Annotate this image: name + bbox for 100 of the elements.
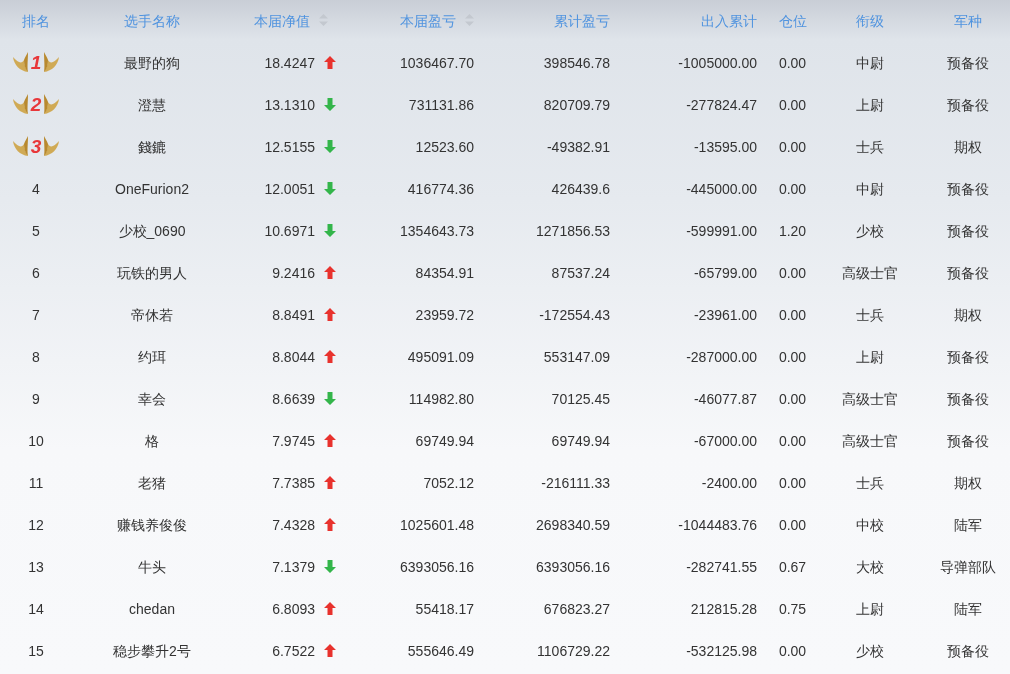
column-header[interactable]: 本届净值 bbox=[254, 12, 310, 29]
table-cell: 12.0051 bbox=[264, 180, 315, 197]
table-cell-text: 820709.79 bbox=[542, 95, 611, 115]
table-cell-text: 导弹部队 bbox=[938, 557, 997, 577]
table-cell-text: 0.00 bbox=[777, 389, 808, 409]
table-cell-text: 114982.80 bbox=[407, 389, 475, 409]
column-header: 军种 bbox=[953, 12, 982, 29]
player-name: 帝休若 bbox=[130, 305, 174, 325]
table-cell-text: 6393056.16 bbox=[535, 557, 611, 577]
table-cell-text: 中校 bbox=[855, 515, 885, 535]
table-cell-text: 555646.49 bbox=[406, 641, 475, 661]
column-header: 衔级 bbox=[856, 12, 884, 29]
column-header: 排名 bbox=[22, 12, 50, 29]
table-cell-text: 0.00 bbox=[777, 515, 808, 535]
column-header: 仓位 bbox=[778, 12, 807, 29]
table-cell-text: 预备役 bbox=[945, 53, 990, 73]
table-cell-text: 1271856.53 bbox=[535, 221, 611, 241]
table-cell-text: 0.75 bbox=[777, 599, 808, 619]
table-cell: 7.7385 bbox=[272, 474, 315, 491]
table-cell-text: -445000.00 bbox=[685, 179, 758, 199]
table-cell-text: 陆军 bbox=[952, 599, 983, 619]
table-cell-text: 495091.09 bbox=[406, 347, 475, 367]
player-name: 老猪 bbox=[137, 473, 167, 493]
rank-number: 10 bbox=[28, 432, 44, 449]
table-cell: 7.4328 bbox=[272, 516, 315, 533]
table-cell-text: 0.00 bbox=[777, 473, 808, 493]
player-name: chedan bbox=[128, 599, 176, 619]
table-cell-text: -287000.00 bbox=[685, 347, 758, 367]
table-cell: 8.6639 bbox=[272, 390, 315, 407]
table-cell: 7.9745 bbox=[272, 432, 315, 449]
table-cell-text: 期权 bbox=[952, 137, 983, 157]
table-cell-text: 期权 bbox=[952, 305, 983, 325]
player-name: OneFurion2 bbox=[114, 179, 190, 199]
table-cell-text: 12523.60 bbox=[414, 137, 475, 157]
table-cell-text: -277824.47 bbox=[685, 95, 758, 115]
player-name: 约珥 bbox=[137, 347, 167, 367]
table-cell-text: 少校 bbox=[855, 221, 885, 241]
table-cell-text: 0.00 bbox=[777, 179, 808, 199]
player-name: 幸会 bbox=[137, 389, 167, 409]
wing-icon bbox=[43, 50, 61, 73]
table-cell-text: 0.00 bbox=[777, 263, 808, 283]
table-cell-text: -46077.87 bbox=[692, 389, 758, 409]
table-cell: 10.6971 bbox=[264, 222, 315, 239]
table-cell-text: 上尉 bbox=[855, 599, 885, 619]
table-cell-text: 1354643.73 bbox=[399, 221, 475, 241]
table-cell-text: 55418.17 bbox=[414, 599, 475, 619]
table-cell-text: 预备役 bbox=[945, 221, 990, 241]
table-cell-text: -1044483.76 bbox=[677, 515, 758, 535]
table-cell-text: 69749.94 bbox=[550, 431, 611, 451]
rank-number: 5 bbox=[32, 222, 40, 239]
table-cell: 6.8093 bbox=[272, 600, 315, 617]
column-header[interactable]: 本届盈亏 bbox=[400, 12, 456, 29]
table-cell-text: 1036467.70 bbox=[399, 53, 475, 73]
rank-number: 9 bbox=[32, 390, 40, 407]
wing-icon bbox=[43, 134, 61, 157]
table-cell-text: -49382.91 bbox=[545, 137, 611, 157]
rank-number: 12 bbox=[28, 516, 44, 533]
rank-number: 15 bbox=[28, 642, 44, 659]
table-cell-text: 0.00 bbox=[777, 95, 808, 115]
column-header: 选手名称 bbox=[124, 12, 180, 29]
player-name: 稳步攀升2号 bbox=[112, 641, 192, 661]
table-cell-text: 高级士官 bbox=[841, 431, 899, 451]
table-cell: 9.2416 bbox=[272, 264, 315, 281]
table-cell: 18.4247 bbox=[264, 54, 315, 71]
table-cell-text: 69749.94 bbox=[414, 431, 475, 451]
table-cell-text: 0.67 bbox=[777, 557, 808, 577]
table-cell-text: 7052.12 bbox=[422, 473, 475, 493]
wing-icon bbox=[11, 50, 29, 73]
rank-number: 14 bbox=[28, 600, 44, 617]
table-cell-text: -2400.00 bbox=[700, 473, 758, 493]
table-cell-text: -13595.00 bbox=[692, 137, 758, 157]
table-cell-text: 84354.91 bbox=[414, 263, 475, 283]
table-cell-text: 2698340.59 bbox=[535, 515, 611, 535]
table-cell-text: -599991.00 bbox=[685, 221, 758, 241]
table-cell-text: 士兵 bbox=[855, 473, 885, 493]
wing-icon bbox=[11, 92, 29, 115]
table-cell-text: 预备役 bbox=[945, 179, 990, 199]
table-cell-text: -172554.43 bbox=[538, 305, 611, 325]
table-cell: 13.1310 bbox=[264, 96, 315, 113]
table-cell-text: 398546.78 bbox=[542, 53, 611, 73]
table-cell-text: 预备役 bbox=[945, 263, 990, 283]
player-name: 最野的狗 bbox=[123, 53, 181, 73]
rank-number: 3 bbox=[30, 135, 42, 157]
table-cell-text: 预备役 bbox=[945, 95, 990, 115]
table-cell-text: 高级士官 bbox=[841, 389, 899, 409]
player-name: 牛头 bbox=[137, 557, 167, 577]
table-cell-text: 大校 bbox=[855, 557, 885, 577]
table-cell-text: -216111.33 bbox=[540, 473, 611, 493]
table-cell-text: 0.00 bbox=[777, 347, 808, 367]
table-cell-text: 87537.24 bbox=[550, 263, 611, 283]
table-cell-text: 0.00 bbox=[777, 641, 808, 661]
table-cell: 8.8491 bbox=[272, 306, 315, 323]
table-cell-text: 0.00 bbox=[777, 137, 808, 157]
table-cell-text: 少校 bbox=[855, 641, 885, 661]
column-header: 出入累计 bbox=[701, 12, 757, 29]
rank-number: 1 bbox=[30, 51, 42, 73]
table-cell-text: 0.00 bbox=[777, 53, 808, 73]
table-cell-text: 预备役 bbox=[945, 389, 990, 409]
wing-icon bbox=[43, 92, 61, 115]
player-name: 澄慧 bbox=[137, 95, 167, 115]
